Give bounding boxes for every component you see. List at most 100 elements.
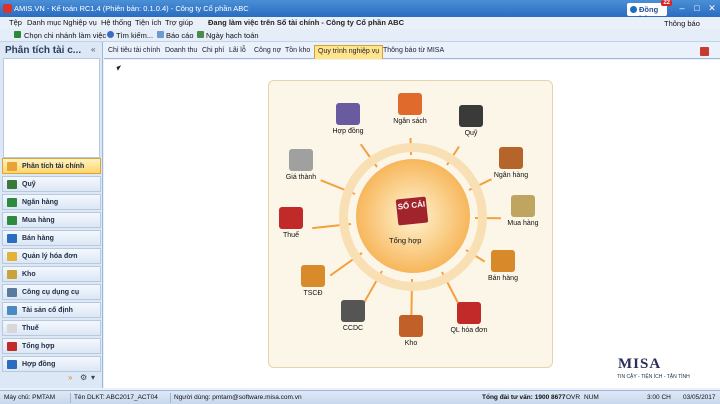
tab-bar: Chỉ tiêu tài chính Doanh thu Chi phí Lãi lỗ… <box>104 44 720 59</box>
process-node-1[interactable]: Quỹ <box>449 105 493 137</box>
sidebar-item-label: Quản lý hóa đơn <box>22 253 78 260</box>
expand-icon[interactable]: » <box>68 373 72 382</box>
report-icon <box>157 31 164 38</box>
report-button[interactable]: Báo cáo <box>166 31 194 40</box>
sidebar-item-5[interactable]: Quản lý hóa đơn <box>2 248 101 264</box>
status-bar: Máy chủ: PMTAM Tên DLKT: ABC2017_ACT04 N… <box>0 390 720 404</box>
process-node-8[interactable]: TSCĐ <box>291 265 335 297</box>
status-date: 03/05/2017 <box>683 394 716 401</box>
process-node-7[interactable]: CCDC <box>331 300 375 332</box>
process-node-label: Thuế <box>283 232 299 239</box>
notifications-link[interactable]: Thông báo <box>664 19 700 28</box>
sidebar-item-4[interactable]: Bán hàng <box>2 230 101 246</box>
sidebar-item-label: Thuế <box>22 325 39 332</box>
misa-tagline: TIN CẬY - TIỆN ÍCH - TẬN TÌNH <box>617 374 690 380</box>
choose-branch-button[interactable]: Chọn chi nhánh làm việc <box>24 31 106 40</box>
process-node-11[interactable]: Hợp đồng <box>326 103 370 135</box>
sidebar-item-6[interactable]: Kho <box>2 266 101 282</box>
process-node-5[interactable]: QL hóa đơn <box>447 302 491 334</box>
toolbar: Chọn chi nhánh làm việc Tìm kiếm... Báo … <box>0 29 720 42</box>
working-on-label: Đang làm việc trên Sổ tài chính - Công t… <box>208 18 404 27</box>
sidebar-item-label: Công cụ dụng cụ <box>22 289 80 296</box>
calendar-icon <box>197 31 204 38</box>
accounting-date-button[interactable]: Ngày hạch toán <box>206 31 259 40</box>
close-icon[interactable]: ✕ <box>705 2 719 14</box>
invoice-icon <box>457 302 481 324</box>
sidebar-item-label: Kho <box>22 271 36 278</box>
menu-system[interactable]: Hệ thống <box>101 18 131 27</box>
status-server: Máy chủ: PMTAM <box>4 394 56 401</box>
sidebar-item-icon <box>7 180 17 189</box>
sidebar-item-label: Phân tích tài chính <box>22 163 85 170</box>
process-node-label: Hợp đồng <box>332 128 364 135</box>
center-label[interactable]: Tổng hợp <box>389 236 421 245</box>
panel-title: Phân tích tài c... <box>5 45 82 56</box>
process-node-label: Kho <box>404 340 418 347</box>
price-tag-icon <box>289 149 313 171</box>
tab-3[interactable]: Lãi lỗ <box>229 47 246 54</box>
branch-icon <box>14 31 21 38</box>
process-node-label: Bán hàng <box>488 275 518 282</box>
sidebar-item-7[interactable]: Công cụ dụng cụ <box>2 284 101 300</box>
dropdown-icon[interactable]: ▾ <box>91 373 95 382</box>
status-user: Người dùng: pmtam@software.misa.com.vn <box>174 394 302 401</box>
panel-content-area <box>3 58 100 158</box>
menu-file[interactable]: Tệp <box>9 18 22 27</box>
status-num: NUM <box>584 394 599 401</box>
shopping-cart-icon <box>511 195 535 217</box>
minimize-icon[interactable]: – <box>675 2 689 14</box>
process-node-0[interactable]: Ngân sách <box>388 93 432 125</box>
process-node-label: QL hóa đơn <box>450 327 488 334</box>
misa-logo: MISA <box>618 356 662 372</box>
tab-4[interactable]: Công nợ <box>254 47 281 54</box>
process-node-4[interactable]: Bán hàng <box>481 250 525 282</box>
settings-icon[interactable]: ⚙ <box>80 373 87 382</box>
business-process-diagram: SỔ CÁI Tổng hợp Ngân sách Quỹ Ngân hàng Mua… <box>268 80 553 368</box>
process-node-label: Mua hàng <box>507 220 539 227</box>
menu-catalog[interactable]: Danh mục <box>27 18 61 27</box>
tab-7[interactable]: Thông báo từ MISA <box>383 47 444 54</box>
status-database: Tên DLKT: ABC2017_ACT04 <box>74 394 158 401</box>
status-hotline: Tổng đài tư vấn: 1900 8677 <box>482 394 566 401</box>
house-icon <box>301 265 325 287</box>
menu-help[interactable]: Trợ giúp <box>165 18 193 27</box>
sidebar-item-label: Ngân hàng <box>22 199 59 206</box>
maximize-icon[interactable]: □ <box>690 2 704 14</box>
process-node-label: Giá thành <box>285 174 317 181</box>
tab-2[interactable]: Chi phí <box>202 47 224 54</box>
sidebar-item-icon <box>7 360 17 369</box>
sidebar-item-icon <box>7 270 17 279</box>
safe-icon <box>459 105 483 127</box>
sidebar-item-2[interactable]: Ngân hàng <box>2 194 101 210</box>
sidebar-item-9[interactable]: Thuế <box>2 320 101 336</box>
sync-button[interactable]: Đồng bộ 22 <box>627 0 672 23</box>
sidebar-item-icon <box>7 342 17 351</box>
title-bar: AMIS.VN - Kế toán RC1.4 (Phiên bản: 0.1.… <box>0 0 720 23</box>
sidebar-item-3[interactable]: Mua hàng <box>2 212 101 228</box>
sidebar-item-1[interactable]: Quỹ <box>2 176 101 192</box>
tab-6[interactable]: Quy trình nghiệp vụ <box>314 45 384 59</box>
process-node-9[interactable]: Thuế <box>269 207 313 239</box>
process-node-2[interactable]: Ngân hàng <box>489 147 533 179</box>
tab-1[interactable]: Doanh thu <box>165 47 197 54</box>
process-node-3[interactable]: Mua hàng <box>501 195 545 227</box>
process-node-10[interactable]: Giá thành <box>279 149 323 181</box>
sidebar-item-8[interactable]: Tài sản cố định <box>2 302 101 318</box>
process-node-label: Ngân hàng <box>493 172 529 179</box>
sidebar-item-10[interactable]: Tổng hợp <box>2 338 101 354</box>
menu-bar: Tệp Danh mục Nghiệp vụ Hệ thống Tiện ích… <box>0 17 720 29</box>
sidebar-item-0[interactable]: Phân tích tài chính <box>2 158 101 174</box>
menu-utilities[interactable]: Tiện ích <box>135 18 161 27</box>
status-ovr: OVR <box>566 394 581 401</box>
menu-operations[interactable]: Nghiệp vụ <box>63 18 97 27</box>
sidebar-item-label: Bán hàng <box>22 235 54 242</box>
search-button[interactable]: Tìm kiếm... <box>116 31 153 40</box>
tab-0[interactable]: Chỉ tiêu tài chính <box>108 47 160 54</box>
general-ledger-icon[interactable]: SỔ CÁI <box>395 196 429 226</box>
sidebar-item-label: Tài sản cố định <box>22 307 73 314</box>
process-node-6[interactable]: Kho <box>389 315 433 347</box>
sidebar-item-11[interactable]: Hợp đồng <box>2 356 101 372</box>
tab-5[interactable]: Tồn kho <box>285 47 310 54</box>
settings-icon[interactable] <box>700 47 709 56</box>
collapse-panel-button[interactable]: « <box>91 45 95 54</box>
